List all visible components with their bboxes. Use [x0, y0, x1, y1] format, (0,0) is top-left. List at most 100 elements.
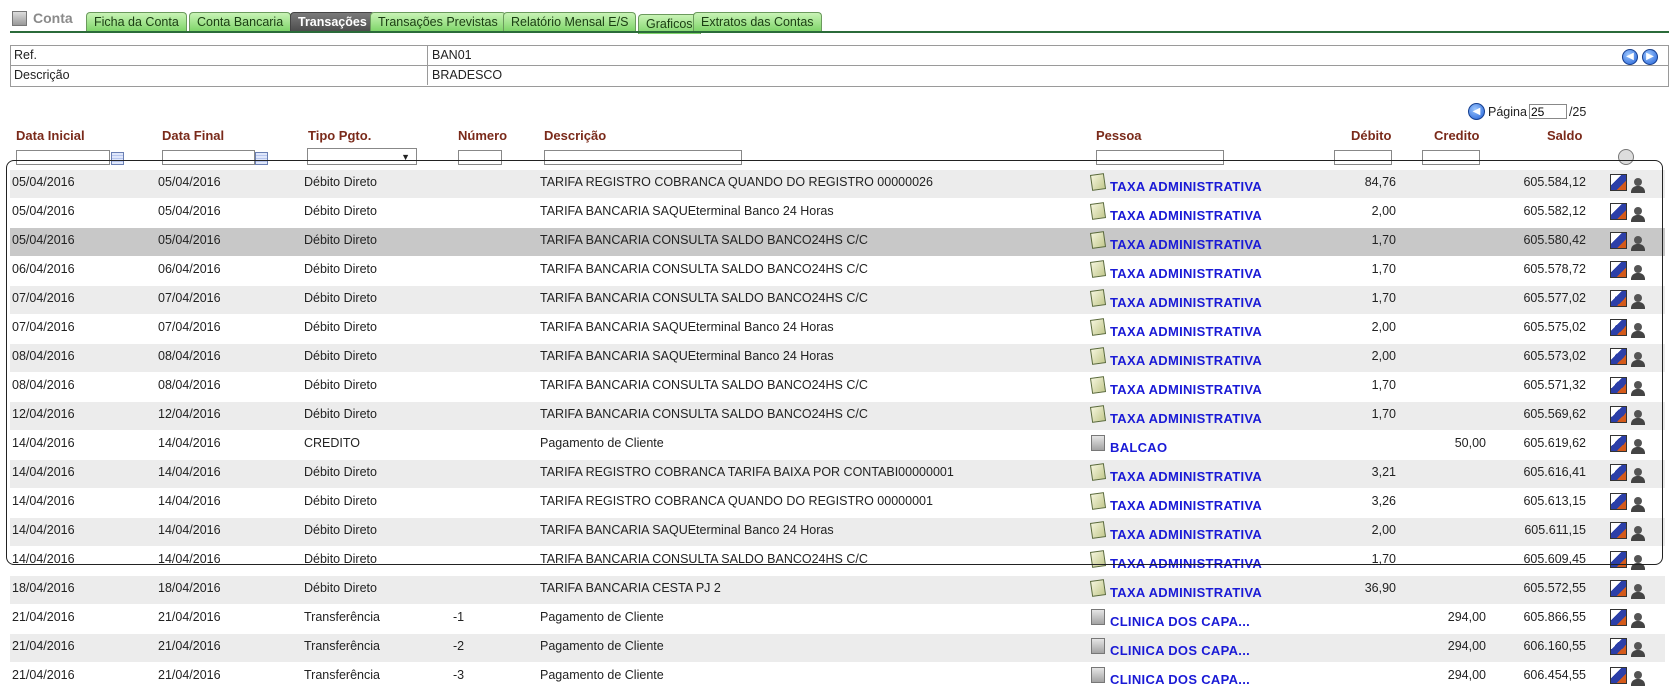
- header-credito[interactable]: Credito: [1434, 128, 1480, 143]
- user-icon[interactable]: [1631, 641, 1645, 657]
- pessoa-link[interactable]: TAXA ADMINISTRATIVA: [1110, 208, 1262, 223]
- table-row[interactable]: 06/04/2016 06/04/2016 Débito Direto TARIFA …: [10, 257, 1665, 285]
- header-debito[interactable]: Débito: [1351, 128, 1391, 143]
- user-icon[interactable]: [1631, 525, 1645, 541]
- edit-icon[interactable]: [1610, 434, 1627, 452]
- edit-icon[interactable]: [1610, 666, 1627, 684]
- user-icon[interactable]: [1631, 438, 1645, 454]
- header-data-final[interactable]: Data Final: [162, 128, 224, 143]
- table-row[interactable]: 18/04/2016 18/04/2016 Débito Direto TARIFA …: [10, 576, 1665, 604]
- pessoa-link[interactable]: TAXA ADMINISTRATIVA: [1110, 469, 1262, 484]
- user-icon[interactable]: [1631, 351, 1645, 367]
- user-icon[interactable]: [1631, 496, 1645, 512]
- edit-icon[interactable]: [1610, 202, 1627, 220]
- calendar-icon[interactable]: [111, 152, 124, 165]
- pessoa-link[interactable]: TAXA ADMINISTRATIVA: [1110, 498, 1262, 513]
- header-descricao[interactable]: Descrição: [544, 128, 606, 143]
- edit-icon[interactable]: [1610, 347, 1627, 365]
- table-row[interactable]: 05/04/2016 05/04/2016 Débito Direto TARIFA …: [10, 228, 1665, 256]
- edit-icon[interactable]: [1610, 637, 1627, 655]
- pessoa-link[interactable]: BALCAO: [1110, 440, 1167, 455]
- pessoa-link[interactable]: TAXA ADMINISTRATIVA: [1110, 353, 1262, 368]
- tab-relatorio-mensal[interactable]: Relatório Mensal E/S: [503, 12, 637, 31]
- header-tipo-pgto[interactable]: Tipo Pgto.: [308, 128, 371, 143]
- tab-transacoes-previstas[interactable]: Transações Previstas: [370, 12, 506, 31]
- filter-tipo-select[interactable]: ▼: [307, 148, 417, 165]
- table-row[interactable]: 05/04/2016 05/04/2016 Débito Direto TARIFA …: [10, 170, 1665, 198]
- table-row[interactable]: 21/04/2016 21/04/2016 Transferência -2 Pagam…: [10, 634, 1665, 662]
- filter-credito-input[interactable]: [1422, 150, 1480, 165]
- table-row[interactable]: 14/04/2016 14/04/2016 Débito Direto TARIFA …: [10, 489, 1665, 517]
- filter-debito-input[interactable]: [1334, 150, 1392, 165]
- header-saldo[interactable]: Saldo: [1547, 128, 1582, 143]
- pessoa-link[interactable]: TAXA ADMINISTRATIVA: [1110, 266, 1262, 281]
- tab-transacoes[interactable]: Transações: [290, 12, 375, 31]
- edit-icon[interactable]: [1610, 173, 1627, 191]
- pessoa-link[interactable]: TAXA ADMINISTRATIVA: [1110, 382, 1262, 397]
- table-row[interactable]: 14/04/2016 14/04/2016 Débito Direto TARIFA …: [10, 518, 1665, 546]
- table-row[interactable]: 07/04/2016 07/04/2016 Débito Direto TARIFA …: [10, 315, 1665, 343]
- user-icon[interactable]: [1631, 612, 1645, 628]
- user-icon[interactable]: [1631, 583, 1645, 599]
- pessoa-link[interactable]: CLINICA DOS CAPA...: [1110, 643, 1250, 658]
- table-row[interactable]: 14/04/2016 14/04/2016 Débito Direto TARIFA …: [10, 460, 1665, 488]
- user-icon[interactable]: [1631, 177, 1645, 193]
- edit-icon[interactable]: [1610, 463, 1627, 481]
- edit-icon[interactable]: [1610, 550, 1627, 568]
- table-row[interactable]: 14/04/2016 14/04/2016 CREDITO Pagamento de …: [10, 431, 1665, 459]
- pessoa-link[interactable]: TAXA ADMINISTRATIVA: [1110, 324, 1262, 339]
- user-icon[interactable]: [1631, 322, 1645, 338]
- edit-icon[interactable]: [1610, 376, 1627, 394]
- user-icon[interactable]: [1631, 409, 1645, 425]
- user-icon[interactable]: [1631, 293, 1645, 309]
- pessoa-link[interactable]: TAXA ADMINISTRATIVA: [1110, 556, 1262, 571]
- previous-page-icon[interactable]: ◀: [1468, 103, 1485, 120]
- page-input[interactable]: [1528, 104, 1567, 119]
- table-row[interactable]: 08/04/2016 08/04/2016 Débito Direto TARIFA …: [10, 344, 1665, 372]
- edit-icon[interactable]: [1610, 289, 1627, 307]
- pessoa-link[interactable]: TAXA ADMINISTRATIVA: [1110, 179, 1262, 194]
- pessoa-link[interactable]: CLINICA DOS CAPA...: [1110, 672, 1250, 687]
- pessoa-link[interactable]: TAXA ADMINISTRATIVA: [1110, 411, 1262, 426]
- next-record-icon[interactable]: ▶: [1642, 49, 1658, 65]
- header-pessoa[interactable]: Pessoa: [1096, 128, 1142, 143]
- user-icon[interactable]: [1631, 206, 1645, 222]
- user-icon[interactable]: [1631, 264, 1645, 280]
- table-row[interactable]: 12/04/2016 12/04/2016 Débito Direto TARIFA …: [10, 402, 1665, 430]
- filter-data-inicial-input[interactable]: [16, 150, 110, 165]
- filter-numero-input[interactable]: [458, 150, 502, 165]
- pessoa-link[interactable]: TAXA ADMINISTRATIVA: [1110, 585, 1262, 600]
- user-icon[interactable]: [1631, 467, 1645, 483]
- edit-icon[interactable]: [1610, 608, 1627, 626]
- pessoa-link[interactable]: TAXA ADMINISTRATIVA: [1110, 237, 1262, 252]
- pessoa-link[interactable]: TAXA ADMINISTRATIVA: [1110, 527, 1262, 542]
- user-icon[interactable]: [1631, 554, 1645, 570]
- edit-icon[interactable]: [1610, 318, 1627, 336]
- filter-data-final-input[interactable]: [162, 150, 255, 165]
- table-row[interactable]: 07/04/2016 07/04/2016 Débito Direto TARIFA …: [10, 286, 1665, 314]
- edit-icon[interactable]: [1610, 521, 1627, 539]
- tab-ficha-da-conta[interactable]: Ficha da Conta: [86, 12, 187, 31]
- user-icon[interactable]: [1631, 380, 1645, 396]
- table-row[interactable]: 21/04/2016 21/04/2016 Transferência -1 Pagam…: [10, 605, 1665, 633]
- edit-icon[interactable]: [1610, 260, 1627, 278]
- user-icon[interactable]: [1631, 670, 1645, 686]
- table-row[interactable]: 21/04/2016 21/04/2016 Transferência -3 Pagam…: [10, 663, 1665, 691]
- edit-icon[interactable]: [1610, 579, 1627, 597]
- table-row[interactable]: 14/04/2016 14/04/2016 Débito Direto TARIFA …: [10, 547, 1665, 575]
- filter-descricao-input[interactable]: [544, 150, 742, 165]
- previous-record-icon[interactable]: ◀: [1622, 49, 1638, 65]
- user-icon[interactable]: [1631, 235, 1645, 251]
- header-data-inicial[interactable]: Data Inicial: [16, 128, 85, 143]
- edit-icon[interactable]: [1610, 231, 1627, 249]
- edit-icon[interactable]: [1610, 405, 1627, 423]
- header-numero[interactable]: Número: [458, 128, 507, 143]
- tab-extratos-das-contas[interactable]: Extratos das Contas: [693, 12, 822, 31]
- edit-icon[interactable]: [1610, 492, 1627, 510]
- table-row[interactable]: 05/04/2016 05/04/2016 Débito Direto TARIFA …: [10, 199, 1665, 227]
- clear-filter-icon[interactable]: [1618, 149, 1634, 165]
- calendar-icon[interactable]: [255, 152, 268, 165]
- table-row[interactable]: 08/04/2016 08/04/2016 Débito Direto TARIFA …: [10, 373, 1665, 401]
- pessoa-link[interactable]: TAXA ADMINISTRATIVA: [1110, 295, 1262, 310]
- tab-conta-bancaria[interactable]: Conta Bancaria: [189, 12, 292, 31]
